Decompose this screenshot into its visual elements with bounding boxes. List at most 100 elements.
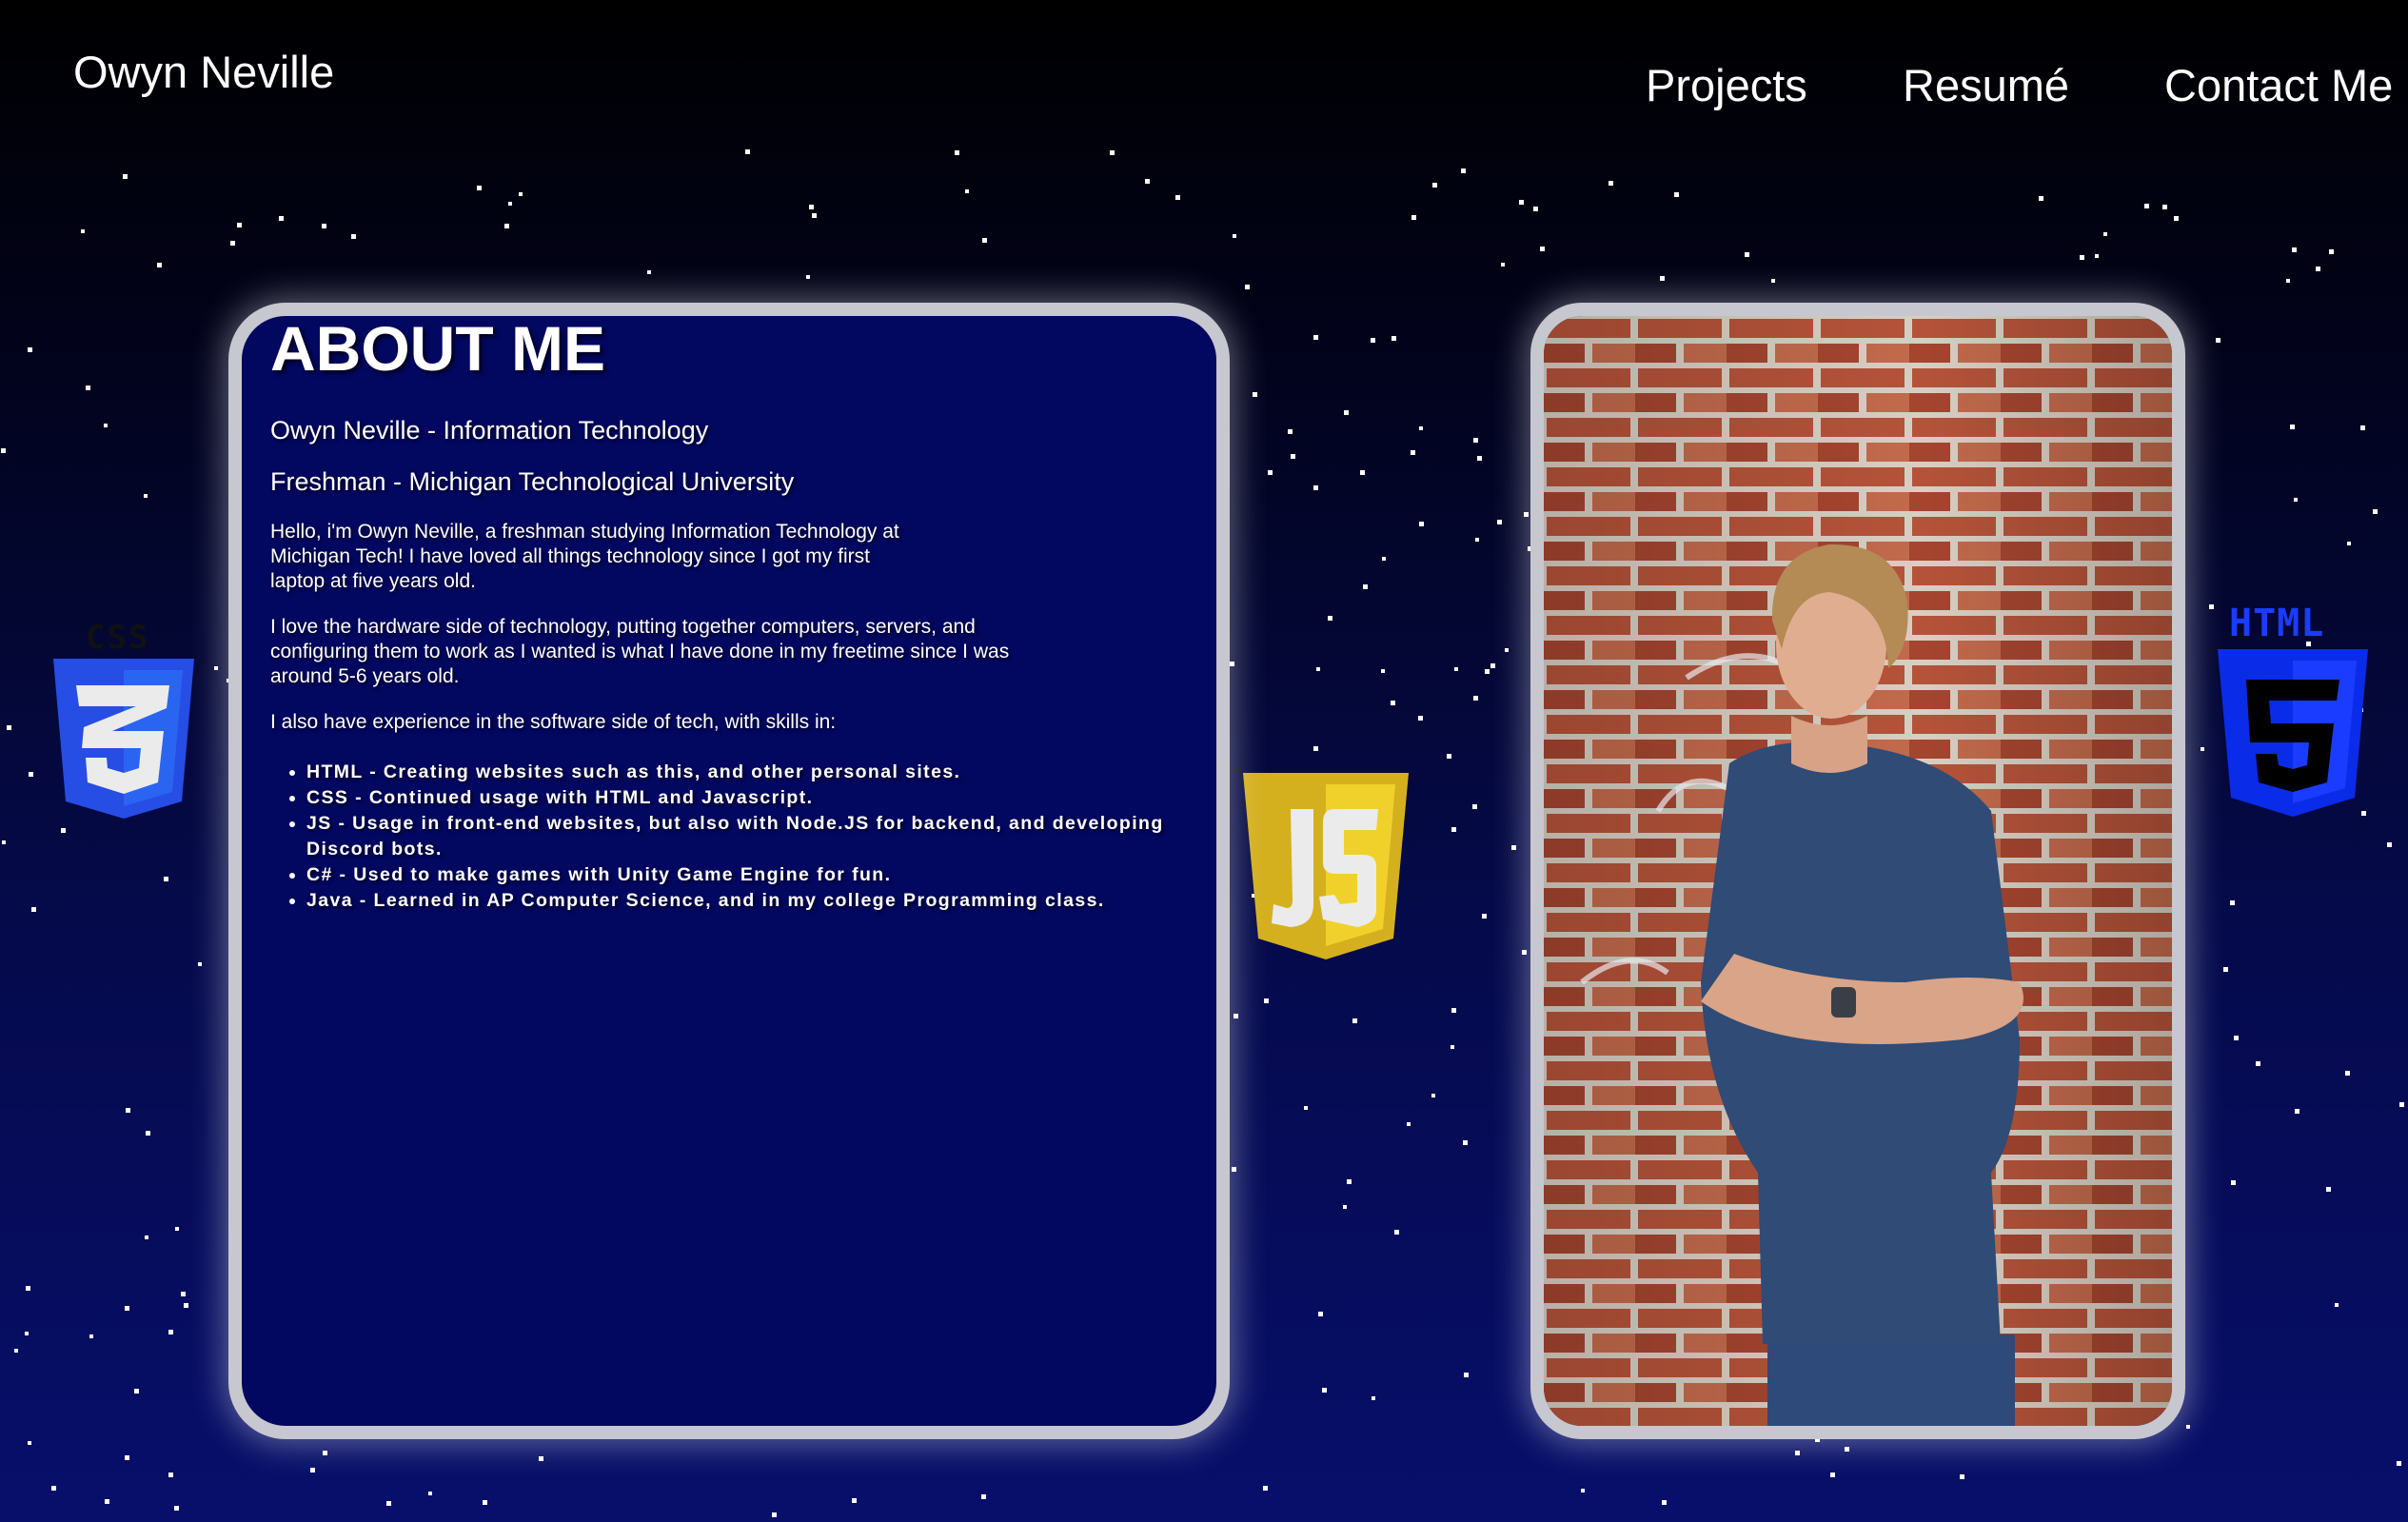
star xyxy=(89,1334,93,1338)
star xyxy=(852,1498,857,1503)
star xyxy=(2295,1109,2299,1114)
star xyxy=(144,494,148,498)
star xyxy=(1411,215,1416,220)
list-item: HTML - Creating websites such as this, a… xyxy=(306,760,1211,785)
star xyxy=(428,1492,432,1495)
star xyxy=(323,1451,327,1455)
star xyxy=(1464,1373,1469,1377)
star xyxy=(1316,667,1320,671)
star xyxy=(181,1292,186,1296)
star xyxy=(1519,200,1524,205)
software-paragraph: I also have experience in the software s… xyxy=(270,711,837,733)
star xyxy=(2039,196,2043,201)
star xyxy=(1419,522,1424,526)
star xyxy=(7,725,11,730)
star xyxy=(1363,584,1368,589)
star xyxy=(1938,1433,1943,1437)
hardware-paragraph: I love the hardware side of technology, … xyxy=(270,616,1010,687)
star xyxy=(1313,335,1318,340)
star xyxy=(965,189,969,193)
nav-contact-link[interactable]: Contact Me xyxy=(2164,59,2393,111)
star xyxy=(2113,309,2118,314)
list-item: JS - Usage in front-end websites, but al… xyxy=(306,811,1211,862)
star xyxy=(519,192,523,196)
star xyxy=(1313,746,1318,751)
list-item: C# - Used to make games with Unity Game … xyxy=(306,862,1211,888)
star xyxy=(1418,716,1423,721)
star xyxy=(1524,512,1529,517)
star xyxy=(230,241,235,246)
star xyxy=(164,877,168,881)
star xyxy=(1745,252,1749,257)
star xyxy=(1225,583,1229,586)
star xyxy=(1451,1045,1454,1049)
star xyxy=(2080,255,2084,260)
star xyxy=(310,1468,315,1473)
star xyxy=(146,1131,150,1136)
star xyxy=(812,213,817,218)
star xyxy=(1217,423,1222,427)
star xyxy=(2095,254,2099,258)
star xyxy=(2345,1071,2350,1076)
star xyxy=(1175,195,1180,200)
star xyxy=(1482,914,1487,919)
star xyxy=(2230,900,2235,905)
star xyxy=(1815,1437,1820,1442)
star xyxy=(1234,1014,1238,1018)
star xyxy=(2144,204,2149,208)
star xyxy=(2360,425,2365,430)
star xyxy=(2162,205,2167,209)
nav-projects-link[interactable]: Projects xyxy=(1646,59,1807,111)
star xyxy=(1473,438,1478,443)
star xyxy=(168,1330,173,1334)
star xyxy=(1230,662,1234,666)
star xyxy=(2292,247,2297,252)
star xyxy=(1511,845,1516,850)
list-item: CSS - Continued usage with HTML and Java… xyxy=(306,785,1211,811)
star xyxy=(1392,336,1396,341)
star xyxy=(125,1455,129,1460)
star xyxy=(1352,1018,1357,1023)
star xyxy=(1253,392,1257,397)
star xyxy=(2201,747,2204,751)
star xyxy=(1394,1230,1399,1235)
css3-icon: CSS xyxy=(48,609,200,819)
star xyxy=(51,1486,56,1491)
star xyxy=(955,150,959,155)
star xyxy=(1360,470,1365,475)
star xyxy=(982,238,987,243)
star xyxy=(1522,950,1527,955)
star xyxy=(105,1499,109,1504)
star xyxy=(745,149,750,154)
star xyxy=(1264,998,1269,1003)
star xyxy=(125,1306,129,1311)
star xyxy=(61,828,66,833)
star xyxy=(1328,616,1332,621)
nav-resume-link[interactable]: Resumé xyxy=(1903,59,2069,111)
star xyxy=(1472,804,1477,809)
site-brand[interactable]: Owyn Neville xyxy=(73,46,334,98)
star xyxy=(322,224,326,228)
star xyxy=(1411,450,1415,455)
star xyxy=(1263,1486,1268,1491)
star xyxy=(1343,1205,1347,1209)
star xyxy=(1540,247,1545,251)
star xyxy=(1960,1474,1964,1479)
star xyxy=(772,1512,777,1517)
list-item: Java - Learned in AP Computer Science, a… xyxy=(306,888,1211,914)
star xyxy=(351,234,356,239)
star xyxy=(477,186,482,190)
star xyxy=(214,666,218,670)
star xyxy=(1419,426,1423,430)
star xyxy=(28,1441,31,1445)
star xyxy=(1473,696,1478,701)
star xyxy=(1447,754,1451,759)
star xyxy=(2234,1036,2239,1040)
star xyxy=(2,840,6,844)
star xyxy=(31,907,36,912)
star xyxy=(1233,234,1236,238)
star xyxy=(157,263,162,267)
star xyxy=(1288,429,1293,434)
star xyxy=(386,1501,391,1506)
star xyxy=(1505,648,1509,652)
